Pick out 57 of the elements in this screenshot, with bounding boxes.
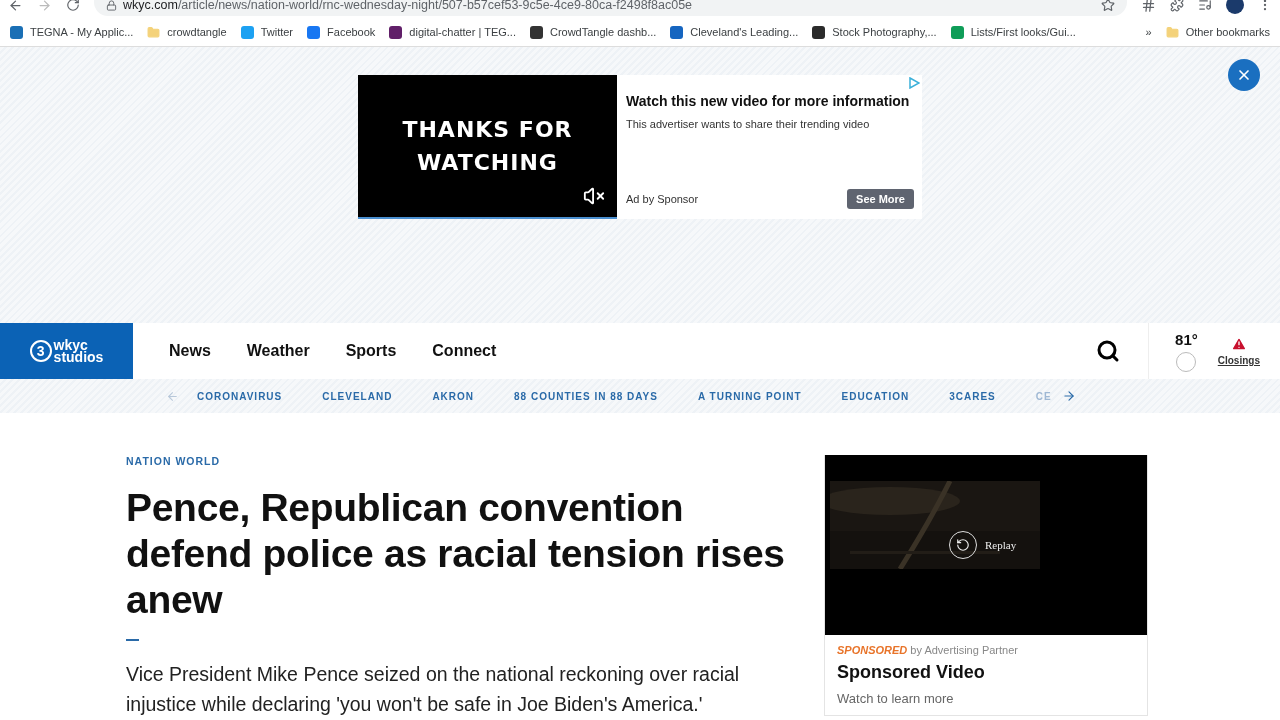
ad-text: This advertiser wants to share their trending video (626, 118, 871, 130)
logo-text: studios (53, 351, 104, 363)
bookmark[interactable]: Other bookmarks (1165, 25, 1270, 39)
bookmark[interactable]: Cleveland's Leading... (670, 25, 799, 39)
star-icon[interactable] (1101, 0, 1115, 12)
address-bar[interactable]: wkyc.com/article/news/nation-world/rnc-wednesday-night/507-b57cef53-9c5e-4ce9-80ca-f2498f8ac05e (94, 0, 1127, 16)
ad-video[interactable]: THANKS FOR WATCHING (358, 75, 617, 219)
folder-icon (1165, 25, 1179, 39)
topic-link[interactable]: AKRON (432, 390, 475, 402)
temperature: 81° (1175, 330, 1198, 348)
lock-icon (106, 0, 117, 11)
url-text: wkyc.com/article/news/nation-world/rnc-wednesday-night/507-b57cef53-9c5e-4ce9-80ca-f2498f8ac05e (123, 0, 693, 12)
nav-link[interactable]: Weather (246, 342, 310, 360)
nav-link[interactable]: Sports (345, 342, 397, 360)
sponsored-video[interactable]: Replay (825, 455, 1147, 635)
closings-link[interactable]: Closings (1217, 336, 1260, 366)
hash-icon[interactable] (1141, 0, 1156, 13)
topic-link[interactable]: CORONAVIRUS (197, 390, 283, 402)
nav-link[interactable]: Connect (432, 342, 497, 360)
puzzle-icon[interactable] (1170, 0, 1184, 12)
article-headline: Pence, Republican convention defend police as racial tension rises anew (126, 485, 786, 623)
logo-text: wkyc (53, 339, 88, 351)
section-label[interactable]: NATION WORLD (126, 455, 790, 467)
mute-icon[interactable] (583, 185, 605, 207)
playlist-icon[interactable] (1198, 0, 1212, 12)
sponsored-title: Sponsored Video (837, 662, 986, 683)
bookmark[interactable]: CrowdTangle dashb... (529, 25, 657, 39)
topic-link[interactable]: 3CARES (949, 390, 996, 402)
bookmark[interactable]: Facebook (307, 25, 376, 39)
bookmark[interactable]: Stock Photography,... (812, 25, 937, 39)
see-more-button[interactable]: See More (847, 189, 914, 209)
sponsored-subtitle: Watch to learn more (837, 691, 955, 706)
article-summary: Vice President Mike Pence seized on the national reckoning over racial injustice while declaring 'you won't be safe in Joe Biden's America.' (126, 662, 741, 717)
video-caption: THANKS FOR WATCHING (401, 116, 574, 177)
bookmark[interactable]: Lists/First looks/Gui... (950, 25, 1076, 39)
profile-avatar-icon[interactable] (1226, 0, 1244, 14)
more-bookmarks-button[interactable]: » (1145, 26, 1152, 38)
reload-icon[interactable] (66, 0, 80, 12)
back-icon[interactable] (8, 0, 23, 13)
search-button[interactable] (1096, 339, 1121, 363)
bookmark[interactable]: crowdtangle (147, 25, 227, 39)
sponsor-line: SPONSORED by Advertising Partner (837, 644, 1019, 656)
ad-sponsor: Ad by Sponsor (626, 193, 699, 205)
nav-link[interactable]: News (169, 342, 211, 360)
topic-link[interactable]: 88 COUNTIES IN 88 DAYS (514, 390, 658, 402)
topic-link[interactable]: A TURNING POINT (697, 390, 802, 402)
close-icon (1236, 67, 1252, 83)
topic-link[interactable]: CLEVELAND (322, 390, 393, 402)
close-button[interactable] (1228, 59, 1260, 91)
bookmark[interactable]: digital-chatter | TEG... (389, 25, 516, 39)
ad-headline: Watch this new video for more information (626, 93, 911, 109)
scroll-right-icon[interactable] (1061, 389, 1076, 403)
topic-link[interactable]: EDUCATION (841, 390, 910, 402)
bookmark[interactable]: TEGNA - My Applic... (10, 25, 134, 39)
logo-number: 3 (29, 340, 52, 362)
bookmark[interactable]: Twitter (240, 25, 294, 39)
warning-icon (1230, 336, 1247, 352)
